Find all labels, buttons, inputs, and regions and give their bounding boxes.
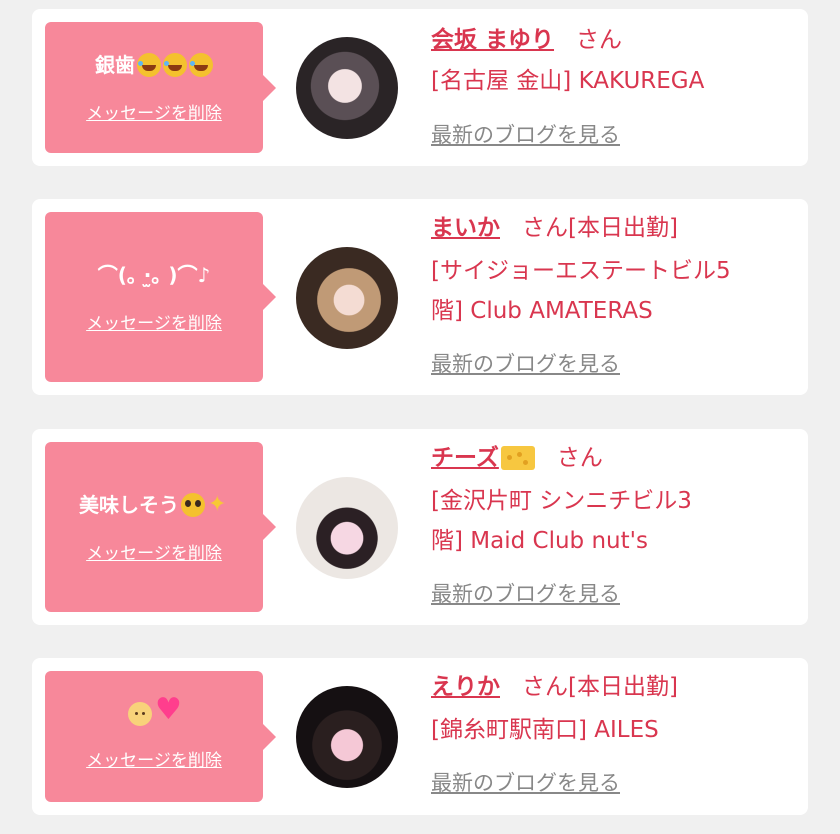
profile-name-link[interactable]: 会坂 まゆり [431, 23, 554, 57]
honorific: さん[本日出勤] [522, 215, 678, 241]
shop-info: [サイジョーエステートビル5 階] Club AMATERAS [431, 258, 731, 324]
shop-info: [金沢片町 シンニチビル3 階] Maid Club nut's [431, 488, 692, 554]
honorific: さん [556, 445, 603, 471]
message-text: 銀歯 [95, 53, 135, 77]
profile-name-link[interactable]: えりか [431, 670, 500, 704]
message-text: 美味しそう [79, 492, 179, 517]
sparkling-heart-emoji-icon [154, 696, 182, 726]
baby-angel-emoji-icon [128, 702, 152, 726]
message-bubble: 美味しそう メッセージを削除 [45, 442, 276, 612]
latest-blog-link[interactable]: 最新のブログを見る [431, 578, 620, 608]
pleading-face-emoji-icon [181, 492, 205, 517]
latest-blog-link[interactable]: 最新のブログを見る [431, 348, 620, 378]
latest-blog-link[interactable]: 最新のブログを見る [431, 767, 620, 797]
sparkles-emoji-icon [207, 491, 229, 519]
avatar[interactable] [296, 477, 398, 579]
message-text: ⌒(｡ ·̫｡ )⌒♪ [97, 262, 211, 287]
message-bubble: ⌒(｡ ·̫｡ )⌒♪ メッセージを削除 [45, 212, 276, 382]
shop-info: [錦糸町駅南口] AILES [431, 717, 659, 743]
profile-name-link[interactable]: チーズ [431, 441, 535, 475]
profile-name-link[interactable]: まいか [431, 211, 500, 245]
avatar[interactable] [296, 37, 398, 139]
rolling-laughing-emoji-icon [137, 53, 161, 77]
honorific: さん[本日出勤] [522, 674, 678, 700]
delete-message-link[interactable]: メッセージを削除 [86, 99, 222, 124]
shop-info: [名古屋 金山] KAKUREGA [431, 68, 705, 94]
message-bubble: 銀歯 メッセージを削除 [45, 22, 276, 153]
avatar[interactable] [296, 686, 398, 788]
rolling-laughing-emoji-icon [189, 53, 213, 77]
message-bubble: メッセージを削除 [45, 671, 276, 802]
rolling-laughing-emoji-icon [163, 53, 187, 77]
latest-blog-link[interactable]: 最新のブログを見る [431, 119, 620, 149]
delete-message-link[interactable]: メッセージを削除 [86, 539, 222, 564]
delete-message-link[interactable]: メッセージを削除 [86, 309, 222, 334]
message-card: 美味しそう メッセージを削除 チーズ さん [金沢片町 シンニチビル3 階] M… [32, 429, 808, 625]
cheese-emoji-icon [500, 446, 535, 470]
honorific: さん [576, 27, 623, 53]
message-card: ⌒(｡ ·̫｡ )⌒♪ メッセージを削除 まいか さん[本日出勤] [サイジョー… [32, 199, 808, 395]
avatar[interactable] [296, 247, 398, 349]
delete-message-link[interactable]: メッセージを削除 [86, 746, 222, 771]
message-card: メッセージを削除 えりか さん[本日出勤] [錦糸町駅南口] AILES 最新の… [32, 658, 808, 815]
message-card: 銀歯 メッセージを削除 会坂 まゆり さん [名古屋 金山] KAKUREGA … [32, 9, 808, 166]
